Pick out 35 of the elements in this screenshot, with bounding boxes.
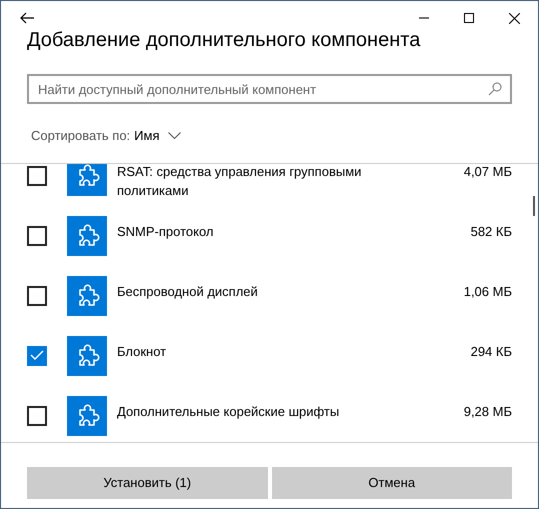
chevron-down-icon <box>168 132 180 140</box>
puzzle-icon <box>67 216 107 256</box>
feature-name: Беспроводной дисплей <box>117 282 259 300</box>
back-arrow-icon[interactable] <box>20 12 34 24</box>
window-title: Добавление дополнительного компонента <box>27 28 422 52</box>
checkbox[interactable] <box>27 286 47 306</box>
minimize-icon[interactable] <box>419 17 429 19</box>
puzzle-icon <box>67 164 107 196</box>
feature-size: 582 КБ <box>470 222 512 240</box>
check-icon <box>30 350 44 361</box>
checkbox[interactable] <box>27 346 47 366</box>
maximize-icon[interactable] <box>464 13 474 23</box>
install-button[interactable]: Установить (1) <box>27 466 268 498</box>
feature-size: 294 КБ <box>470 342 512 360</box>
feature-name: SNMP-протокол <box>117 222 215 240</box>
puzzle-icon <box>67 276 107 316</box>
search-icon <box>488 82 502 96</box>
feature-size: 9,28 МБ <box>464 402 512 420</box>
feature-name: Дополнительные корейские шрифты <box>117 402 340 420</box>
sort-value: Имя <box>134 127 160 145</box>
cancel-button[interactable]: Отмена <box>272 466 512 498</box>
close-icon[interactable] <box>509 12 520 24</box>
puzzle-icon <box>67 336 107 376</box>
feature-name: Блокнот <box>117 342 168 360</box>
sort-label: Сортировать по: <box>31 127 130 145</box>
feature-size: 1,06 МБ <box>464 282 512 300</box>
scrollbar-thumb[interactable] <box>533 196 535 216</box>
puzzle-icon <box>67 396 107 436</box>
feature-name: RSAT: средства управления групповыми политиками <box>117 164 362 200</box>
checkbox[interactable] <box>27 166 47 186</box>
search-field[interactable]: Найти доступный дополнительный компонент <box>27 74 512 104</box>
feature-size: 4,07 МБ <box>464 164 512 180</box>
checkbox[interactable] <box>27 226 47 246</box>
sort-dropdown[interactable]: Сортировать по: Имя <box>31 126 180 146</box>
checkbox[interactable] <box>27 406 47 426</box>
